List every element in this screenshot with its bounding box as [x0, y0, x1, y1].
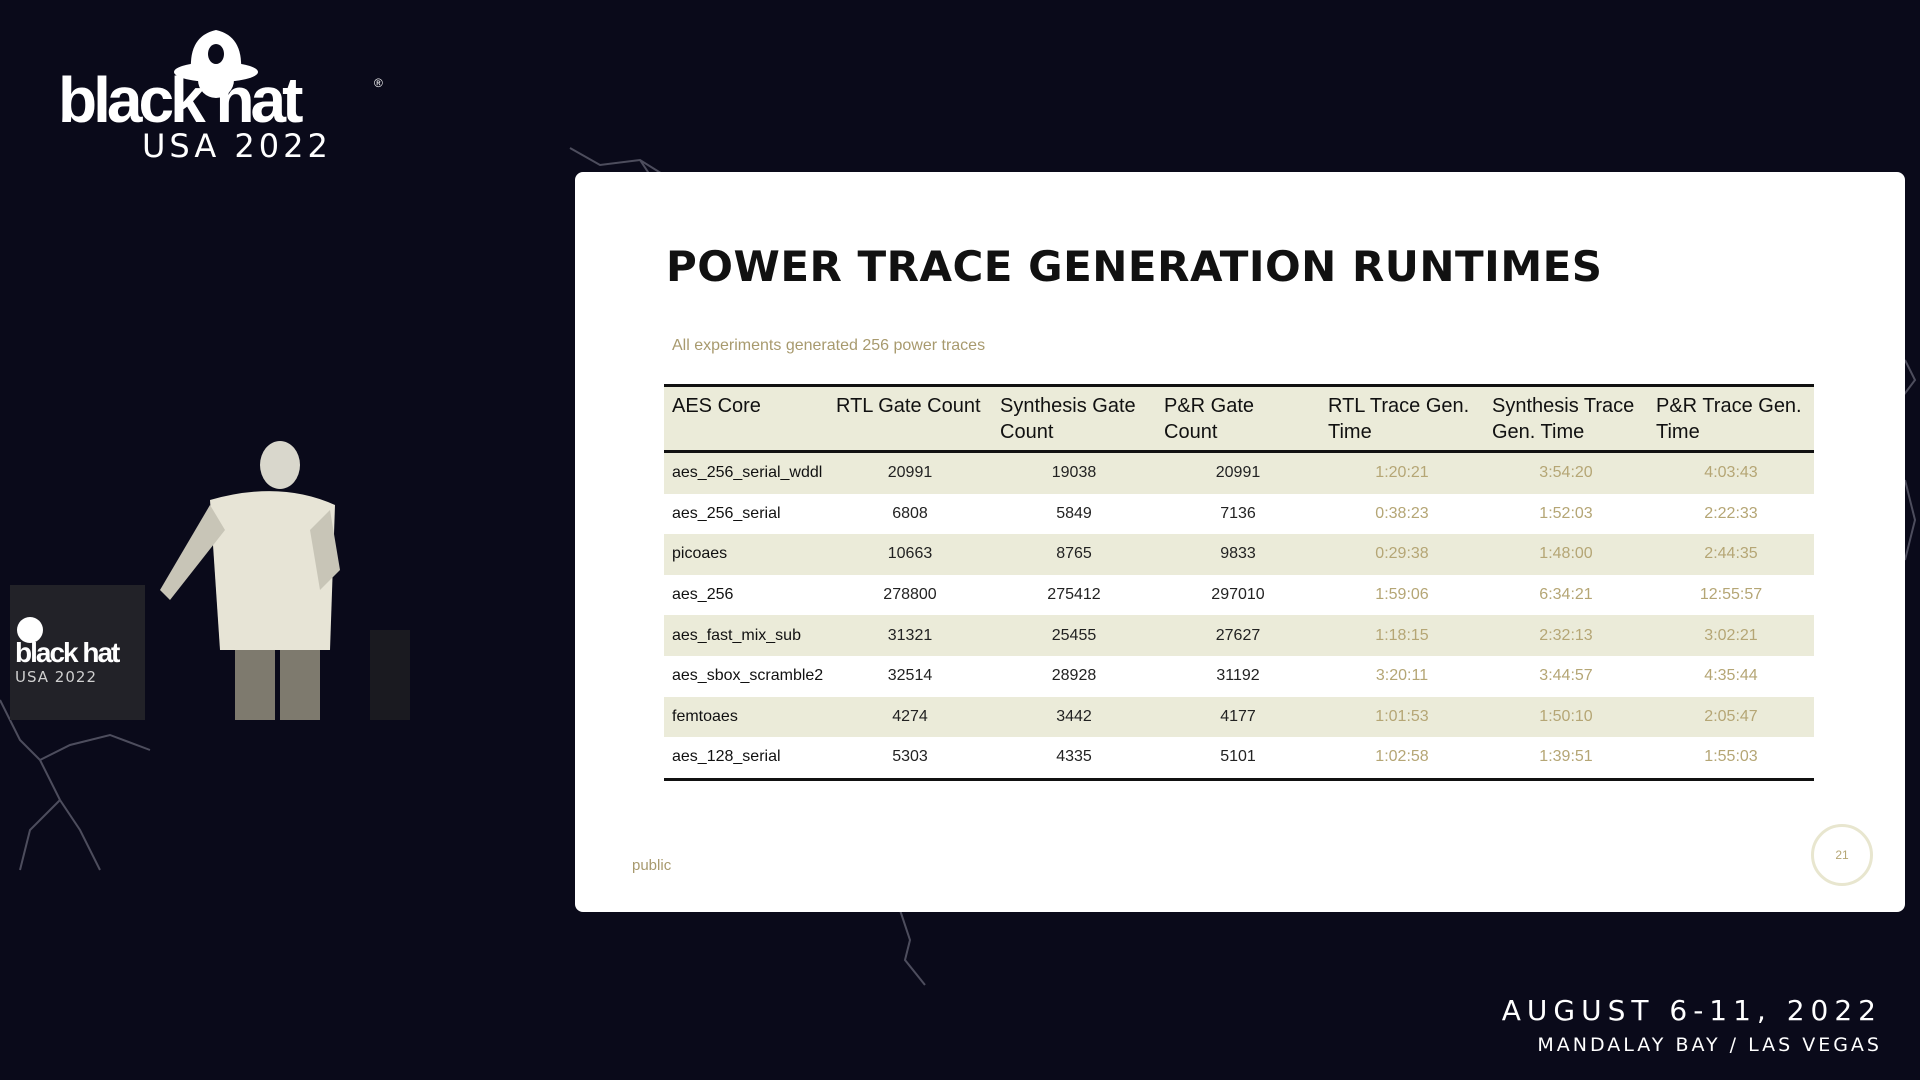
brand-name: black hat: [58, 64, 303, 136]
cell-rtl-time: 1:59:06: [1375, 586, 1429, 604]
cell-pr-gates: 297010: [1211, 586, 1265, 604]
cell-rtl-time: 3:20:11: [1375, 667, 1429, 685]
header-rtl-trace-time: RTL Trace Gen. Time: [1328, 395, 1470, 443]
cell-synth-time: 3:44:57: [1539, 667, 1593, 685]
brand-edition: USA 2022: [142, 127, 332, 165]
cell-rtl-gates: 32514: [887, 667, 933, 685]
page-number-badge: 21: [1811, 824, 1873, 886]
cell-rtl-time: 1:01:53: [1375, 707, 1429, 725]
header-synthesis-gate-count: Synthesis Gate Count: [1000, 395, 1136, 443]
cell-rtl-gates: 5303: [892, 748, 928, 766]
cell-pr-time: 4:03:43: [1704, 464, 1758, 482]
table-row: aes_256_serial_wddl 20991 19038 20991 1:…: [664, 453, 1814, 494]
cell-synth-gates: 8765: [1056, 545, 1092, 563]
cell-pr-time: 1:55:03: [1704, 748, 1758, 766]
podium-edition: USA 2022: [15, 668, 97, 686]
table-body: aes_256_serial_wddl 20991 19038 20991 1:…: [664, 453, 1814, 778]
cell-core: aes_256: [672, 586, 734, 604]
cell-core: femtoaes: [672, 707, 738, 725]
event-date: AUGUST 6-11, 2022: [1501, 994, 1882, 1027]
podium-brand: black hat: [15, 637, 120, 668]
cell-pr-time: 12:55:57: [1699, 586, 1763, 604]
cell-synth-gates: 5849: [1056, 504, 1092, 522]
cell-pr-gates: 27627: [1215, 626, 1261, 644]
cell-pr-gates: 9833: [1220, 545, 1256, 563]
cell-pr-gates: 7136: [1220, 504, 1256, 522]
cell-synth-time: 3:54:20: [1539, 464, 1593, 482]
table-header: AES Core RTL Gate Count Synthesis Gate C…: [664, 387, 1814, 453]
cell-core: picoaes: [672, 545, 728, 563]
cell-pr-time: 2:05:47: [1704, 707, 1758, 725]
registered-mark: ®: [374, 76, 383, 90]
cell-rtl-gates: 10663: [887, 545, 933, 563]
header-synthesis-trace-time: Synthesis Trace Gen. Time: [1492, 395, 1635, 443]
cell-pr-time: 2:22:33: [1704, 504, 1758, 522]
cell-core: aes_fast_mix_sub: [672, 626, 801, 644]
cell-synth-gates: 3442: [1056, 707, 1092, 725]
table-row: aes_128_serial 5303 4335 5101 1:02:58 1:…: [664, 737, 1814, 778]
speaker-video: black hat USA 2022: [10, 441, 410, 720]
cell-synth-gates: 4335: [1056, 748, 1092, 766]
cell-pr-gates: 20991: [1215, 464, 1261, 482]
cell-pr-time: 2:44:35: [1704, 545, 1758, 563]
speaker-figure: [160, 441, 340, 720]
slide-footer: public: [632, 857, 672, 874]
cell-rtl-gates: 20991: [887, 464, 933, 482]
table-row: aes_256 278800 275412 297010 1:59:06 6:3…: [664, 574, 1814, 616]
cell-synth-time: 6:34:21: [1539, 586, 1593, 604]
table-row: aes_sbox_scramble2 32514 28928 31192 3:2…: [664, 655, 1814, 697]
header-rtl-gate-count: RTL Gate Count: [836, 395, 981, 417]
cell-synth-gates: 19038: [1051, 464, 1097, 482]
cell-rtl-gates: 278800: [883, 586, 937, 604]
header-pr-gate-count: P&R Gate Count: [1164, 395, 1255, 443]
cell-rtl-time: 1:20:21: [1375, 464, 1429, 482]
cell-rtl-time: 0:29:38: [1375, 545, 1429, 563]
cell-core: aes_128_serial: [672, 748, 781, 766]
slide-subtitle: All experiments generated 256 power trac…: [672, 337, 986, 354]
cell-synth-time: 1:52:03: [1539, 504, 1593, 522]
cell-rtl-gates: 31321: [887, 626, 933, 644]
header-pr-trace-time: P&R Trace Gen. Time: [1656, 395, 1802, 443]
cell-synth-gates: 25455: [1051, 626, 1097, 644]
cell-synth-gates: 28928: [1051, 667, 1097, 685]
cell-pr-time: 3:02:21: [1704, 626, 1758, 644]
presentation-slide: POWER TRACE GENERATION RUNTIMES All expe…: [575, 172, 1905, 912]
cell-pr-time: 4:35:44: [1704, 667, 1758, 685]
cell-synth-time: 1:39:51: [1539, 748, 1593, 766]
cell-rtl-time: 0:38:23: [1375, 504, 1429, 522]
cell-synth-gates: 275412: [1047, 586, 1101, 604]
cell-rtl-gates: 4274: [892, 707, 928, 725]
cell-rtl-time: 1:18:15: [1375, 626, 1429, 644]
table-row: femtoaes 4274 3442 4177 1:01:53 1:50:10 …: [664, 696, 1814, 738]
event-brand: black hat ® USA 2022: [58, 24, 388, 165]
cell-synth-time: 1:50:10: [1539, 707, 1593, 725]
cell-core: aes_256_serial: [672, 504, 781, 522]
table-row: aes_256_serial 6808 5849 7136 0:38:23 1:…: [664, 493, 1814, 535]
cell-pr-gates: 4177: [1220, 707, 1256, 725]
cell-synth-time: 2:32:13: [1539, 626, 1593, 644]
table-row: picoaes 10663 8765 9833 0:29:38 1:48:00 …: [664, 534, 1814, 575]
cell-core: aes_256_serial_wddl: [672, 464, 823, 482]
table-row: aes_fast_mix_sub 31321 25455 27627 1:18:…: [664, 615, 1814, 656]
event-venue: MANDALAY BAY / LAS VEGAS: [1537, 1034, 1882, 1056]
cell-pr-gates: 31192: [1216, 667, 1260, 685]
cell-core: aes_sbox_scramble2: [672, 667, 824, 685]
cell-rtl-time: 1:02:58: [1375, 748, 1429, 766]
header-aes-core: AES Core: [672, 395, 761, 417]
cell-rtl-gates: 6808: [892, 504, 928, 522]
cell-pr-gates: 5101: [1220, 748, 1256, 766]
slide-title: POWER TRACE GENERATION RUNTIMES: [666, 242, 1603, 291]
runtime-table: AES Core RTL Gate Count Synthesis Gate C…: [664, 384, 1814, 781]
cell-synth-time: 1:48:00: [1539, 545, 1593, 563]
